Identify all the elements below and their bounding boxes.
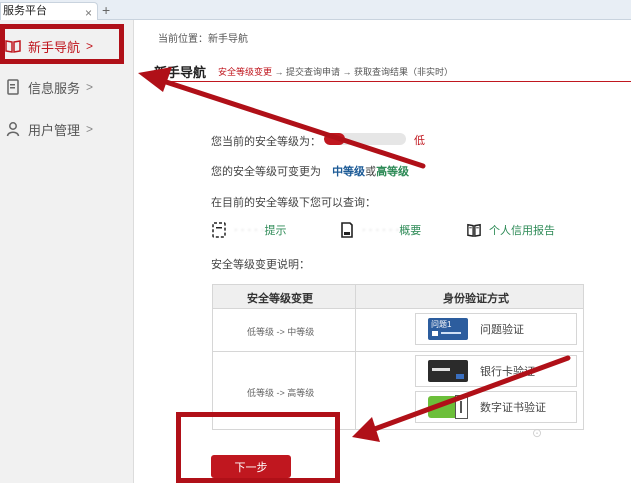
change-or: 或	[365, 166, 377, 178]
report-icon	[340, 222, 354, 238]
id-card-icon	[212, 222, 226, 238]
question-card-icon: 问题1	[428, 318, 468, 340]
security-level-bar	[324, 133, 406, 145]
method-bank-card[interactable]: 银行卡验证	[415, 355, 577, 387]
level-change-text: 您的安全等级可变更为 中等级或高等级	[211, 163, 409, 179]
medium-level-link[interactable]: 中等级	[332, 166, 365, 178]
verification-table: 安全等级变更 身份验证方式 低等级 -> 中等级 低等级 -> 高等级 问题1 …	[212, 284, 584, 430]
browser-tab-title: 服务平台	[3, 5, 47, 17]
step-indicator: 安全等级变更 → 提交查询申请 → 获取查询结果（非实时）	[218, 65, 453, 78]
annotation-box	[0, 24, 124, 64]
browser-tab[interactable]: 服务平台 ×	[0, 2, 98, 20]
sidebar-item-info-service[interactable]: 信息服务 >	[0, 67, 134, 107]
service-hint[interactable]: · · · · · 提示	[212, 222, 287, 238]
remaining-steps: → 提交查询申请 → 获取查询结果（非实时）	[274, 67, 454, 77]
sidebar-item-user-management[interactable]: 用户管理 >	[0, 109, 134, 149]
change-prefix: 您的安全等级可变更为	[211, 166, 321, 178]
service-credit-report[interactable]: 个人信用报告	[467, 222, 555, 238]
service-hint-label: 提示	[264, 225, 287, 237]
sidebar-item-label: 信息服务	[28, 80, 81, 96]
table-divider	[213, 351, 583, 352]
column-header-verify-method: 身份验证方式	[443, 293, 509, 305]
service-summary-prefix: · · · · · ·	[362, 224, 400, 236]
explain-label: 安全等级变更说明：	[211, 259, 310, 271]
method-label: 银行卡验证	[480, 366, 535, 378]
service-hint-prefix: · · · · ·	[234, 224, 265, 236]
table-cell-level-change: 低等级 -> 中等级	[247, 327, 315, 337]
current-level-value: 低	[414, 135, 425, 147]
service-summary[interactable]: · · · · · · 概要	[340, 222, 421, 238]
chevron-right-icon: >	[86, 122, 94, 136]
annotation-box	[176, 412, 340, 483]
user-icon	[5, 121, 21, 137]
method-question[interactable]: 问题1 问题验证	[415, 313, 577, 345]
usb-key-icon	[428, 395, 468, 419]
method-label: 数字证书验证	[480, 402, 546, 414]
breadcrumb: 当前位置：新手导航	[158, 34, 248, 45]
table-header: 安全等级变更 身份验证方式	[213, 285, 583, 309]
chevron-right-icon: >	[86, 80, 94, 94]
service-summary-label: 概要	[399, 225, 422, 237]
current-step: 安全等级变更	[218, 67, 273, 77]
sidebar: 新手导航 > 信息服务 > 用户管理 >	[0, 20, 134, 483]
document-icon	[5, 79, 21, 95]
watermark: ⊙	[532, 426, 543, 440]
security-level-fill	[324, 133, 345, 145]
table-cell-level-change: 低等级 -> 高等级	[247, 388, 315, 398]
page-title: 新手导航	[154, 65, 207, 80]
high-level-link[interactable]: 高等级	[376, 166, 409, 178]
method-digital-cert[interactable]: 数字证书验证	[415, 391, 577, 423]
page-header: 新手导航 安全等级变更 → 提交查询申请 → 获取查询结果（非实时）	[154, 62, 631, 82]
close-icon[interactable]: ×	[85, 6, 92, 20]
column-header-level-change: 安全等级变更	[247, 293, 313, 305]
current-level-label: 您当前的安全等级为：	[211, 136, 321, 148]
method-label: 问题验证	[480, 324, 524, 336]
browser-tab-strip: 服务平台 × +	[0, 0, 631, 20]
query-label: 在目前的安全等级下您可以查询：	[211, 197, 376, 209]
sidebar-item-label: 用户管理	[28, 122, 81, 138]
new-tab-icon[interactable]: +	[102, 2, 110, 18]
service-credit-report-label: 个人信用报告	[489, 225, 555, 237]
open-book-icon	[467, 222, 481, 238]
table-divider	[355, 285, 356, 429]
bank-card-icon	[428, 360, 468, 382]
question-card-icon-text: 问题1	[431, 320, 452, 329]
